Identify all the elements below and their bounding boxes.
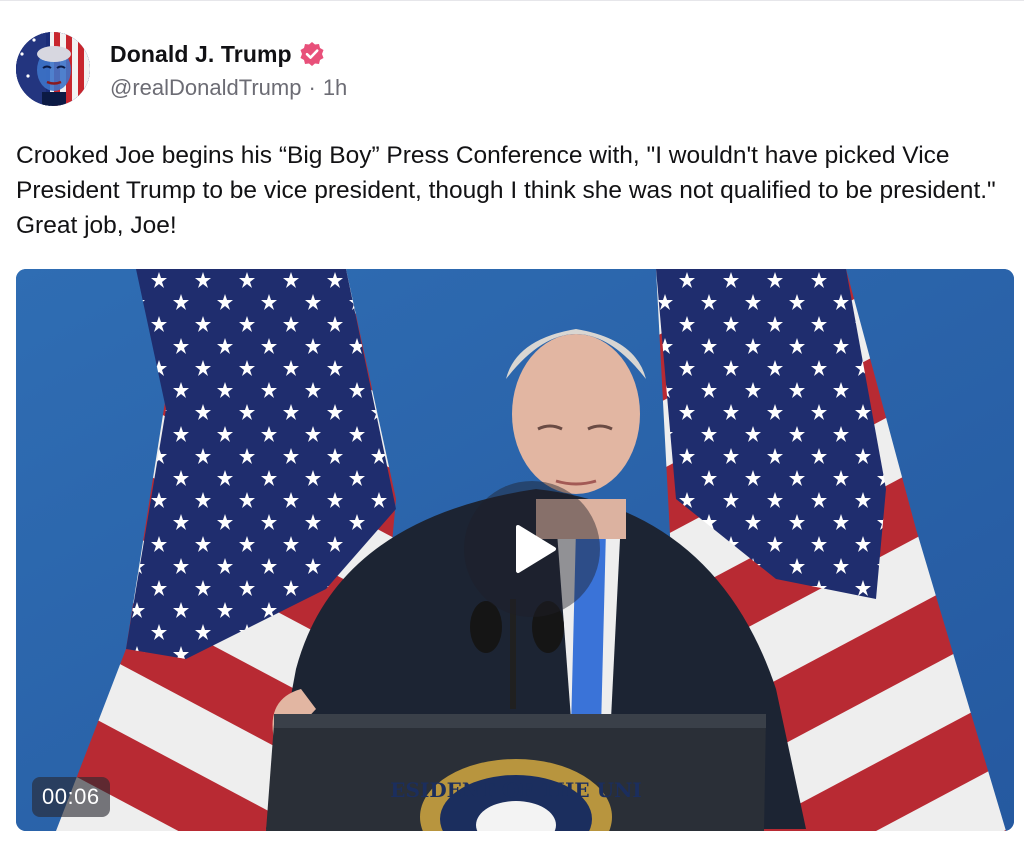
post-timestamp[interactable]: 1h [323,75,347,101]
avatar-image [16,32,90,106]
video-player[interactable]: ESIDENT OF THE UNI 00:06 [16,269,1014,831]
author-handle[interactable]: @realDonaldTrump [110,75,301,101]
play-icon [516,525,556,573]
video-duration-badge: 00:06 [32,777,110,817]
post-body-text: Crooked Joe begins his “Big Boy” Press C… [16,142,1003,239]
play-button[interactable] [464,481,600,617]
verified-badge-icon [299,41,325,67]
avatar[interactable] [16,32,90,106]
author-name-row: Donald J. Trump [110,37,347,71]
podium [266,714,766,831]
divider [0,0,1024,1]
author-display-name[interactable]: Donald J. Trump [110,41,292,68]
author-block: Donald J. Trump @realDonaldTrump · 1h [110,37,347,101]
post-header: Donald J. Trump @realDonaldTrump · 1h [16,32,347,106]
post-card: Donald J. Trump @realDonaldTrump · 1h Cr… [0,0,1024,847]
meta-separator: · [308,75,316,100]
presidential-seal-text: ESIDENT OF THE UNI [390,778,641,802]
author-meta-row: @realDonaldTrump · 1h [110,75,347,101]
